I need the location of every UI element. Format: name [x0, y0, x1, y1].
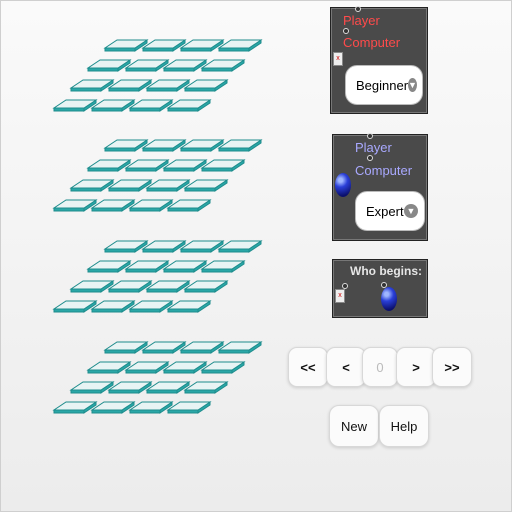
help-button[interactable]: Help: [379, 405, 429, 447]
board-tile[interactable]: [103, 139, 149, 152]
board-tile[interactable]: [217, 240, 263, 253]
board-tile[interactable]: [128, 199, 174, 212]
board-tile[interactable]: [200, 260, 246, 273]
board-tile[interactable]: [69, 179, 115, 192]
board-tile[interactable]: [124, 59, 170, 72]
board-tile[interactable]: [183, 179, 229, 192]
board-tile[interactable]: [200, 59, 246, 72]
board-tile[interactable]: [162, 361, 208, 374]
board-tile[interactable]: [128, 300, 174, 313]
board-tile[interactable]: [179, 139, 225, 152]
board-tile[interactable]: [107, 381, 153, 394]
chevron-down-icon: ▼: [408, 78, 417, 92]
board-tile[interactable]: [179, 39, 225, 52]
page-indicator: 0: [362, 347, 398, 387]
board-tile[interactable]: [107, 79, 153, 92]
board-tile[interactable]: [124, 159, 170, 172]
board-tile[interactable]: [86, 159, 132, 172]
board-tile[interactable]: [103, 341, 149, 354]
starter-ball-icon[interactable]: [381, 287, 397, 311]
board-tile[interactable]: [200, 159, 246, 172]
board-tile[interactable]: [86, 361, 132, 374]
board-tile[interactable]: [179, 240, 225, 253]
board-tile[interactable]: [200, 361, 246, 374]
board-tile[interactable]: [52, 401, 98, 414]
board-tile[interactable]: [166, 401, 212, 414]
board-tile[interactable]: [183, 79, 229, 92]
board-tile[interactable]: [145, 381, 191, 394]
board-3[interactable]: [52, 240, 263, 313]
board-tile[interactable]: [103, 240, 149, 253]
board-tile[interactable]: [107, 280, 153, 293]
board-tile[interactable]: [145, 179, 191, 192]
level-value: Beginner: [356, 77, 409, 93]
level-select[interactable]: Beginner ▼: [345, 65, 423, 105]
board-tile[interactable]: [183, 381, 229, 394]
board-tile[interactable]: [217, 341, 263, 354]
board-tile[interactable]: [145, 280, 191, 293]
board-tile[interactable]: [183, 280, 229, 293]
player1-panel: Player Computer x Beginner ▼: [330, 6, 428, 114]
board-tile[interactable]: [90, 99, 136, 112]
board-tile[interactable]: [217, 139, 263, 152]
board-tile[interactable]: [141, 139, 187, 152]
board-tile[interactable]: [52, 300, 98, 313]
board-tile[interactable]: [166, 99, 212, 112]
board-tile[interactable]: [86, 59, 132, 72]
player2-panel: Player Computer Expert ▼: [332, 133, 428, 241]
board-tile[interactable]: [162, 260, 208, 273]
board-tile[interactable]: [52, 99, 98, 112]
board-tile[interactable]: [145, 79, 191, 92]
board-tile[interactable]: [166, 199, 212, 212]
board-tile[interactable]: [141, 240, 187, 253]
board-tile[interactable]: [162, 59, 208, 72]
board-tile[interactable]: [141, 39, 187, 52]
next-button[interactable]: >: [396, 347, 436, 387]
board-tile[interactable]: [69, 381, 115, 394]
chevron-down-icon: ▼: [404, 204, 418, 218]
player-label[interactable]: Player: [343, 13, 380, 28]
board-tile[interactable]: [141, 341, 187, 354]
board-tile[interactable]: [124, 260, 170, 273]
board-tile[interactable]: [179, 341, 225, 354]
who-begins-panel: Who begins: x: [332, 259, 428, 318]
board-tile[interactable]: [107, 179, 153, 192]
board-tile[interactable]: [166, 300, 212, 313]
board-tile[interactable]: [124, 361, 170, 374]
pin-top: [355, 6, 361, 12]
pin-mid: [367, 155, 373, 161]
board-tile[interactable]: [103, 39, 149, 52]
game-boards: [52, 39, 263, 414]
board-tile[interactable]: [162, 159, 208, 172]
board-tile[interactable]: [69, 79, 115, 92]
player-ball-icon: [335, 173, 351, 197]
player-label[interactable]: Player: [355, 140, 392, 155]
board-tile[interactable]: [90, 199, 136, 212]
first-button[interactable]: <<: [288, 347, 328, 387]
pin-mid: [343, 28, 349, 34]
who-begins-label: Who begins:: [350, 264, 422, 278]
prev-button[interactable]: <: [326, 347, 366, 387]
board-tile[interactable]: [86, 260, 132, 273]
new-game-button[interactable]: New: [329, 405, 379, 447]
board-tile[interactable]: [69, 280, 115, 293]
board-tile[interactable]: [128, 99, 174, 112]
board-1[interactable]: [52, 39, 263, 112]
board-tile[interactable]: [90, 401, 136, 414]
board-tile[interactable]: [217, 39, 263, 52]
board-4[interactable]: [52, 341, 263, 414]
level-select[interactable]: Expert ▼: [355, 191, 425, 231]
level-value: Expert: [366, 203, 404, 219]
pin-top: [367, 133, 373, 139]
board-tile[interactable]: [128, 401, 174, 414]
last-button[interactable]: >>: [432, 347, 472, 387]
board-tile[interactable]: [90, 300, 136, 313]
board-2[interactable]: [52, 139, 263, 212]
computer-label[interactable]: Computer: [355, 163, 412, 178]
broken-image-icon: x: [333, 52, 343, 66]
board-tile[interactable]: [52, 199, 98, 212]
broken-image-icon: x: [335, 289, 345, 303]
computer-label[interactable]: Computer: [343, 35, 400, 50]
